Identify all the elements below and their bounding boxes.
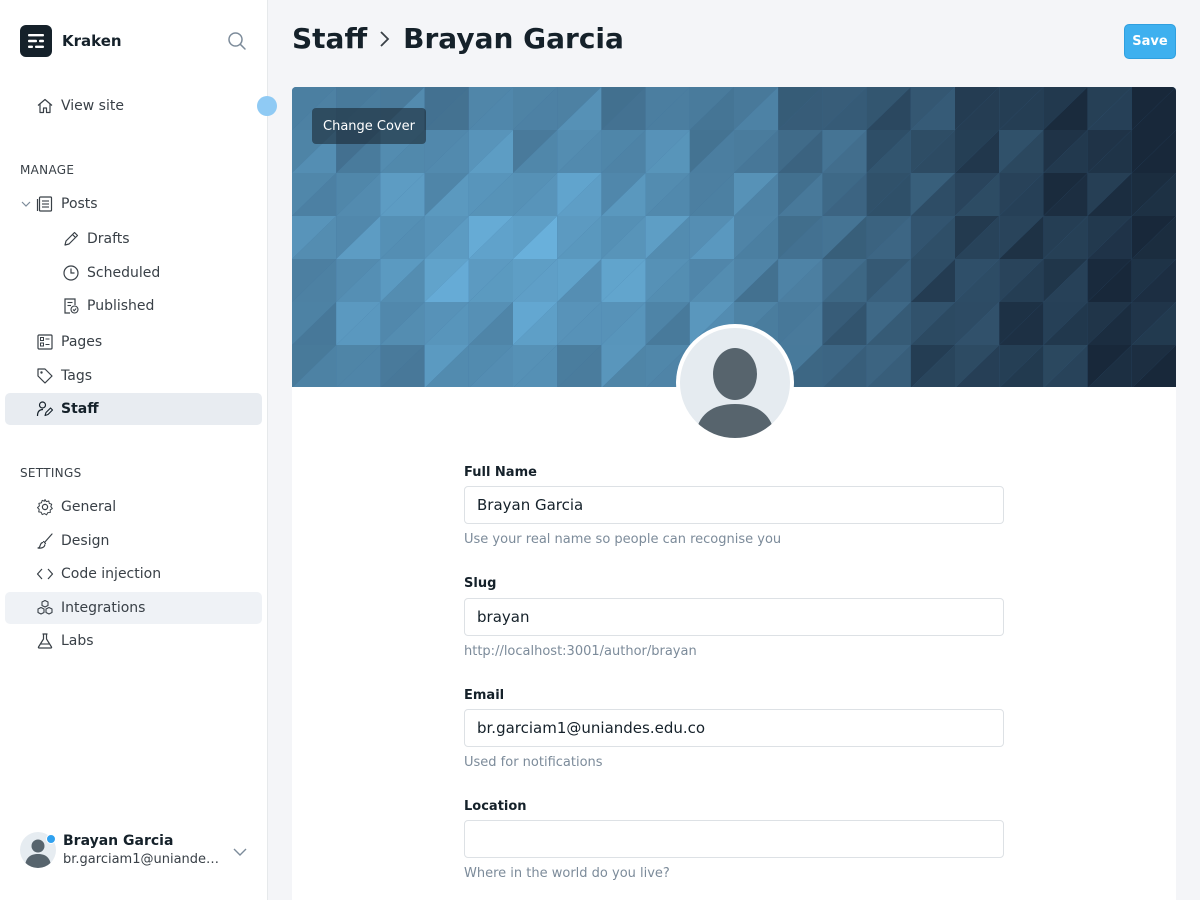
sidebar-item-label: Drafts: [87, 231, 130, 247]
location-label: Location: [464, 799, 527, 814]
email-label: Email: [464, 688, 505, 703]
published-icon: [61, 296, 81, 316]
sidebar-item-scheduled[interactable]: Scheduled: [5, 257, 262, 289]
sidebar-item-label: View site: [61, 98, 124, 114]
full-name-input[interactable]: [464, 486, 1004, 524]
breadcrumb: Staff Brayan Garcia: [292, 22, 624, 55]
settings-section-title: SETTINGS: [20, 466, 82, 480]
sidebar-item-drafts[interactable]: Drafts: [5, 223, 262, 255]
clock-icon: [61, 263, 81, 283]
user-name: Brayan Garcia: [63, 833, 174, 849]
staff-icon: [35, 399, 55, 419]
sidebar-item-label: General: [61, 499, 117, 515]
sidebar-item-label: Pages: [61, 334, 103, 350]
sidebar-toggle-dot[interactable]: [257, 96, 277, 116]
gear-icon: [35, 497, 55, 517]
email-field[interactable]: [464, 709, 1004, 747]
sidebar-item-pages[interactable]: Pages: [5, 326, 262, 358]
sidebar-item-label: Scheduled: [87, 265, 161, 281]
slug-label: Slug: [464, 576, 497, 591]
breadcrumb-parent-link[interactable]: Staff: [292, 22, 367, 55]
brand-logo-icon: [20, 25, 52, 57]
chevron-down-icon[interactable]: [16, 194, 36, 214]
online-status-dot: [46, 834, 56, 844]
sidebar-item-labs[interactable]: Labs: [5, 625, 262, 657]
user-menu[interactable]: Brayan Garcia br.garciam1@uniandes.edu.c…: [20, 832, 225, 868]
slug-input[interactable]: [464, 598, 1004, 636]
sidebar-item-code-injection[interactable]: Code injection: [5, 558, 262, 590]
posts-icon: [35, 194, 55, 214]
sidebar-item-label: Integrations: [61, 600, 146, 616]
sidebar-item-label: Code injection: [61, 566, 162, 582]
chevron-down-icon[interactable]: [230, 842, 250, 862]
sidebar: Kraken View site MANAGE Posts Drafts Sch…: [0, 0, 277, 900]
profile-card: Change Cover Full Name Use your real nam…: [292, 87, 1176, 900]
sidebar-item-posts[interactable]: Posts: [5, 188, 262, 220]
sidebar-item-label: Published: [87, 298, 155, 314]
sidebar-item-label: Staff: [61, 401, 99, 417]
sidebar-item-general[interactable]: General: [5, 491, 262, 523]
change-cover-button[interactable]: Change Cover: [312, 108, 426, 144]
search-icon[interactable]: [226, 30, 248, 52]
sidebar-item-label: Tags: [61, 368, 92, 384]
brand[interactable]: Kraken: [20, 25, 122, 57]
sidebar-item-staff[interactable]: Staff: [5, 393, 262, 425]
sidebar-item-published[interactable]: Published: [5, 290, 262, 322]
sidebar-item-integrations[interactable]: Integrations: [5, 592, 262, 624]
page-title: Brayan Garcia: [403, 22, 624, 55]
flask-icon: [35, 631, 55, 651]
sidebar-item-label: Design: [61, 533, 110, 549]
pages-icon: [35, 332, 55, 352]
user-email: br.garciam1@uniandes.edu.co: [63, 852, 225, 867]
manage-section-title: MANAGE: [20, 163, 75, 177]
sidebar-item-label: Posts: [61, 196, 98, 212]
tag-icon: [35, 366, 55, 386]
profile-avatar[interactable]: [676, 324, 794, 442]
sidebar-item-tags[interactable]: Tags: [5, 360, 262, 392]
save-button[interactable]: Save: [1124, 24, 1176, 59]
email-help: Used for notifications: [464, 755, 603, 770]
sidebar-item-label: Labs: [61, 633, 94, 649]
location-help: Where in the world do you live?: [464, 866, 670, 881]
slug-help-url: http://localhost:3001/author/brayan: [464, 644, 697, 659]
avatar-placeholder-icon: [680, 328, 790, 438]
brush-icon: [35, 531, 55, 551]
full-name-label: Full Name: [464, 465, 537, 480]
chevron-right-icon: [377, 29, 393, 49]
sidebar-item-view-site[interactable]: View site: [5, 90, 262, 122]
full-name-help: Use your real name so people can recogni…: [464, 532, 782, 547]
code-icon: [35, 564, 55, 584]
location-input[interactable]: [464, 820, 1004, 858]
home-icon: [35, 96, 55, 116]
integrations-icon: [35, 598, 55, 618]
pencil-icon: [61, 229, 81, 249]
brand-name: Kraken: [62, 32, 122, 50]
sidebar-item-design[interactable]: Design: [5, 525, 262, 557]
